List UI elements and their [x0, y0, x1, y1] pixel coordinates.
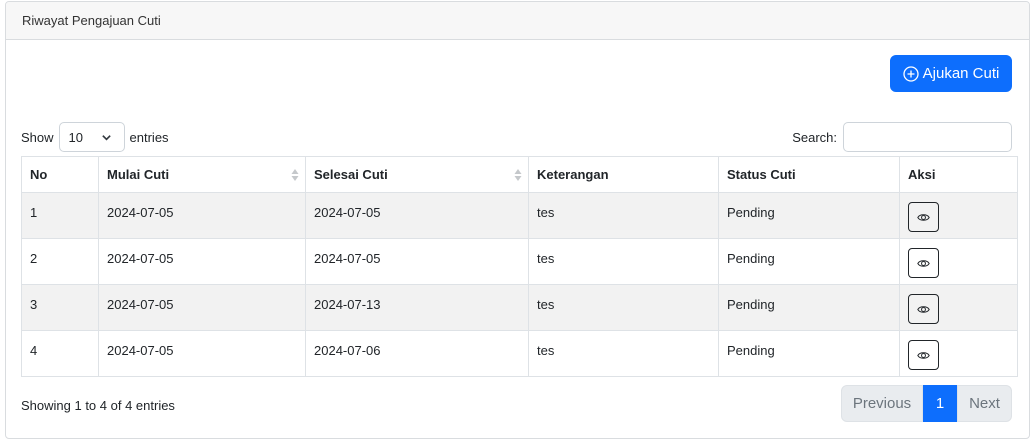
view-button[interactable]: [908, 294, 939, 324]
cell-no: 4: [21, 330, 99, 377]
card-body: Ajukan Cuti Show 10 entries Search: No M…: [6, 40, 1029, 438]
cell-status: Pending: [718, 284, 900, 331]
pagination: Previous 1 Next: [841, 385, 1012, 422]
card-header: Riwayat Pengajuan Cuti: [6, 2, 1029, 40]
cell-selesai-cuti: 2024-07-06: [305, 330, 529, 377]
eye-icon: [917, 305, 930, 313]
table-row: 2 2024-07-05 2024-07-05 tes Pending: [21, 238, 1018, 285]
cell-status: Pending: [718, 238, 900, 285]
view-button[interactable]: [908, 202, 939, 232]
entries-length-control: Show 10 entries: [21, 122, 169, 152]
cell-status: Pending: [718, 192, 900, 239]
table-row: 1 2024-07-05 2024-07-05 tes Pending: [21, 192, 1018, 239]
ajukan-cuti-label: Ajukan Cuti: [922, 65, 1000, 82]
page-1-button[interactable]: 1: [923, 385, 957, 422]
cell-keterangan: tes: [528, 238, 719, 285]
leave-history-card: Riwayat Pengajuan Cuti Ajukan Cuti Show …: [5, 1, 1030, 439]
header-mulai-cuti[interactable]: Mulai Cuti: [98, 156, 306, 193]
header-keterangan[interactable]: Keterangan: [528, 156, 719, 193]
table-row: 4 2024-07-05 2024-07-06 tes Pending: [21, 330, 1018, 377]
cell-selesai-cuti: 2024-07-13: [305, 284, 529, 331]
search-label: Search:: [792, 129, 837, 145]
table-info: Showing 1 to 4 of 4 entries: [21, 398, 175, 413]
entries-label: entries: [129, 129, 169, 145]
cell-no: 3: [21, 284, 99, 331]
view-button[interactable]: [908, 340, 939, 370]
leave-table: No Mulai Cuti Selesai Cuti Keterangan St…: [21, 156, 1018, 377]
card-title: Riwayat Pengajuan Cuti: [22, 13, 161, 28]
table-header-row: No Mulai Cuti Selesai Cuti Keterangan St…: [21, 156, 1018, 193]
cell-mulai-cuti: 2024-07-05: [98, 330, 306, 377]
ajukan-cuti-button[interactable]: Ajukan Cuti: [890, 55, 1012, 92]
header-selesai-cuti[interactable]: Selesai Cuti: [305, 156, 529, 193]
entries-length-select[interactable]: 10: [58, 122, 125, 152]
cell-aksi: [899, 192, 1018, 239]
search-control: Search:: [792, 122, 1012, 152]
cell-aksi: [899, 238, 1018, 285]
plus-circle-icon: [902, 65, 919, 82]
table-row: 3 2024-07-05 2024-07-13 tes Pending: [21, 284, 1018, 331]
next-page-button[interactable]: Next: [957, 385, 1012, 422]
cell-no: 2: [21, 238, 99, 285]
show-label: Show: [21, 129, 54, 145]
cell-aksi: [899, 284, 1018, 331]
cell-keterangan: tes: [528, 330, 719, 377]
search-input[interactable]: [843, 122, 1012, 152]
previous-page-button[interactable]: Previous: [841, 385, 923, 422]
cell-no: 1: [21, 192, 99, 239]
sort-icon: [291, 169, 299, 181]
header-aksi: Aksi: [899, 156, 1018, 193]
view-button[interactable]: [908, 248, 939, 278]
cell-mulai-cuti: 2024-07-05: [98, 238, 306, 285]
cell-selesai-cuti: 2024-07-05: [305, 192, 529, 239]
cell-mulai-cuti: 2024-07-05: [98, 192, 306, 239]
cell-status: Pending: [718, 330, 900, 377]
eye-icon: [917, 351, 930, 359]
sort-icon: [514, 169, 522, 181]
cell-mulai-cuti: 2024-07-05: [98, 284, 306, 331]
entries-length-value: 10: [68, 129, 83, 145]
cell-selesai-cuti: 2024-07-05: [305, 238, 529, 285]
chevron-down-icon: [101, 134, 111, 141]
eye-icon: [917, 259, 930, 267]
eye-icon: [917, 213, 930, 221]
header-no[interactable]: No: [21, 156, 99, 193]
header-status-cuti[interactable]: Status Cuti: [718, 156, 900, 193]
cell-aksi: [899, 330, 1018, 377]
cell-keterangan: tes: [528, 192, 719, 239]
cell-keterangan: tes: [528, 284, 719, 331]
